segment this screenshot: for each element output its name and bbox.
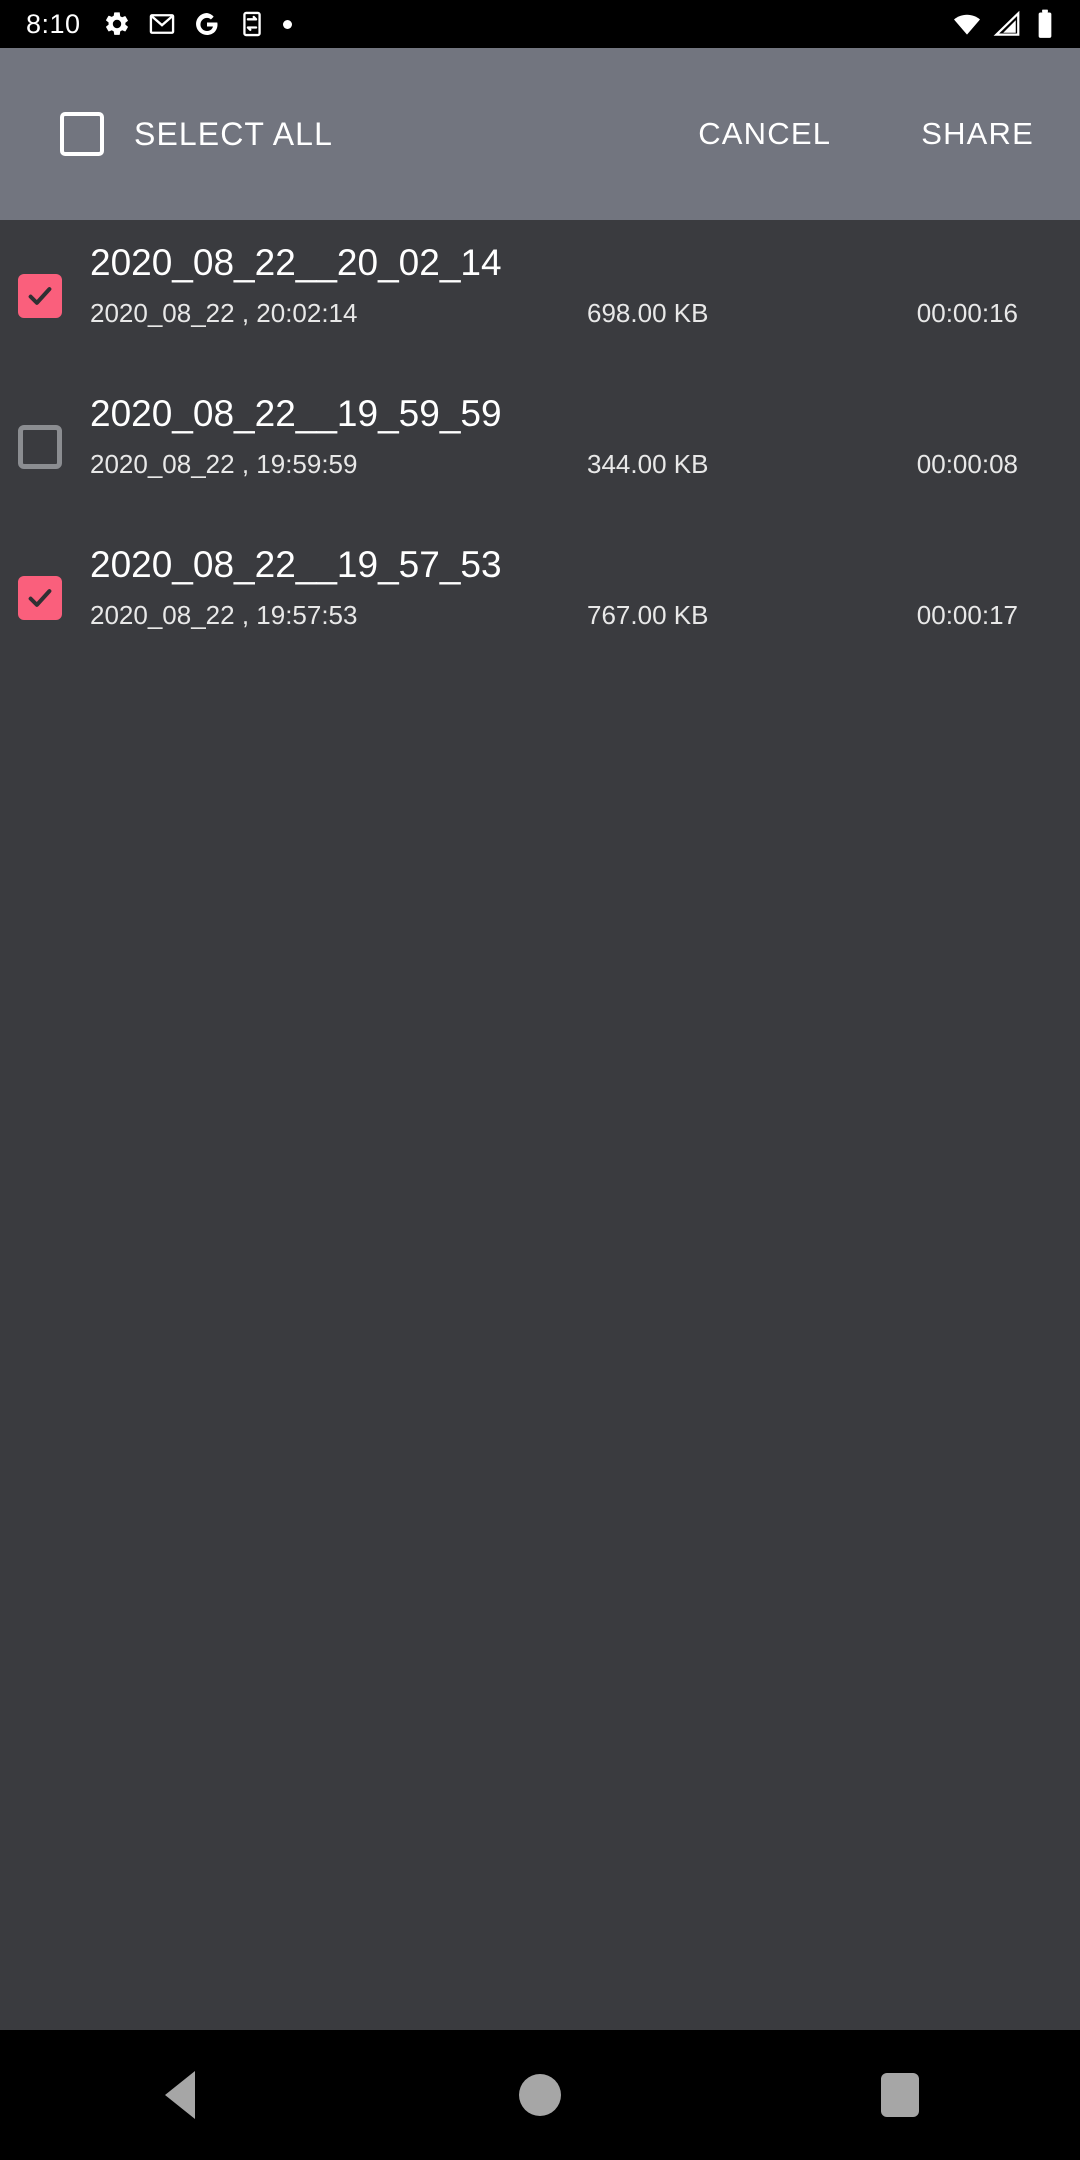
table-row[interactable]: 2020_08_22__19_59_59 2020_08_22 , 19:59:… (0, 371, 1080, 522)
table-row[interactable]: 2020_08_22__20_02_14 2020_08_22 , 20:02:… (0, 220, 1080, 371)
select-all-control[interactable]: SELECT ALL (0, 112, 333, 156)
row-duration: 00:00:08 (916, 449, 1018, 479)
row-checkbox[interactable] (18, 575, 62, 620)
row-title: 2020_08_22__19_59_59 (90, 393, 502, 434)
row-checkbox[interactable] (18, 273, 62, 318)
app-screen: 8:10 SELECT ALL CANCEL SHARE 2020_08_22_… (0, 0, 1080, 2160)
back-button[interactable] (120, 2030, 240, 2160)
recordings-list[interactable]: 2020_08_22__20_02_14 2020_08_22 , 20:02:… (0, 220, 1080, 2030)
recents-square-icon (881, 2073, 919, 2117)
row-title: 2020_08_22__20_02_14 (90, 242, 502, 283)
status-bar-notification-icons (103, 10, 292, 38)
row-filesize: 767.00 KB (587, 600, 709, 630)
home-button[interactable] (480, 2030, 600, 2160)
row-duration: 00:00:16 (916, 298, 1018, 328)
row-filesize: 344.00 KB (587, 449, 709, 479)
status-bar-clock: 8:10 (26, 8, 81, 39)
gear-icon (103, 10, 131, 38)
row-title: 2020_08_22__19_57_53 (90, 544, 502, 585)
select-all-label: SELECT ALL (134, 115, 333, 152)
gmail-icon (148, 10, 176, 38)
cancel-button[interactable]: CANCEL (698, 116, 831, 152)
row-datetime: 2020_08_22 , 19:59:59 (90, 449, 358, 479)
row-filesize: 698.00 KB (587, 298, 709, 328)
system-navigation-bar (0, 2030, 1080, 2160)
cellular-signal-icon (992, 9, 1022, 39)
select-all-checkbox[interactable] (60, 112, 104, 156)
status-bar-system-icons (952, 9, 1058, 39)
dot-icon (282, 19, 292, 29)
table-row[interactable]: 2020_08_22__19_57_53 2020_08_22 , 19:57:… (0, 522, 1080, 673)
wifi-icon (952, 9, 982, 39)
back-triangle-icon (165, 2071, 195, 2119)
row-datetime: 2020_08_22 , 19:57:53 (90, 600, 358, 630)
status-bar: 8:10 (0, 0, 1080, 48)
recents-button[interactable] (840, 2030, 960, 2160)
selection-action-bar: SELECT ALL CANCEL SHARE (0, 48, 1080, 220)
row-duration: 00:00:17 (916, 600, 1018, 630)
sync-transfer-icon (238, 10, 266, 38)
home-circle-icon (519, 2074, 561, 2116)
row-datetime: 2020_08_22 , 20:02:14 (90, 298, 358, 328)
battery-icon (1032, 9, 1058, 39)
google-g-icon (193, 10, 221, 38)
share-button[interactable]: SHARE (921, 116, 1034, 152)
row-checkbox[interactable] (18, 424, 62, 469)
